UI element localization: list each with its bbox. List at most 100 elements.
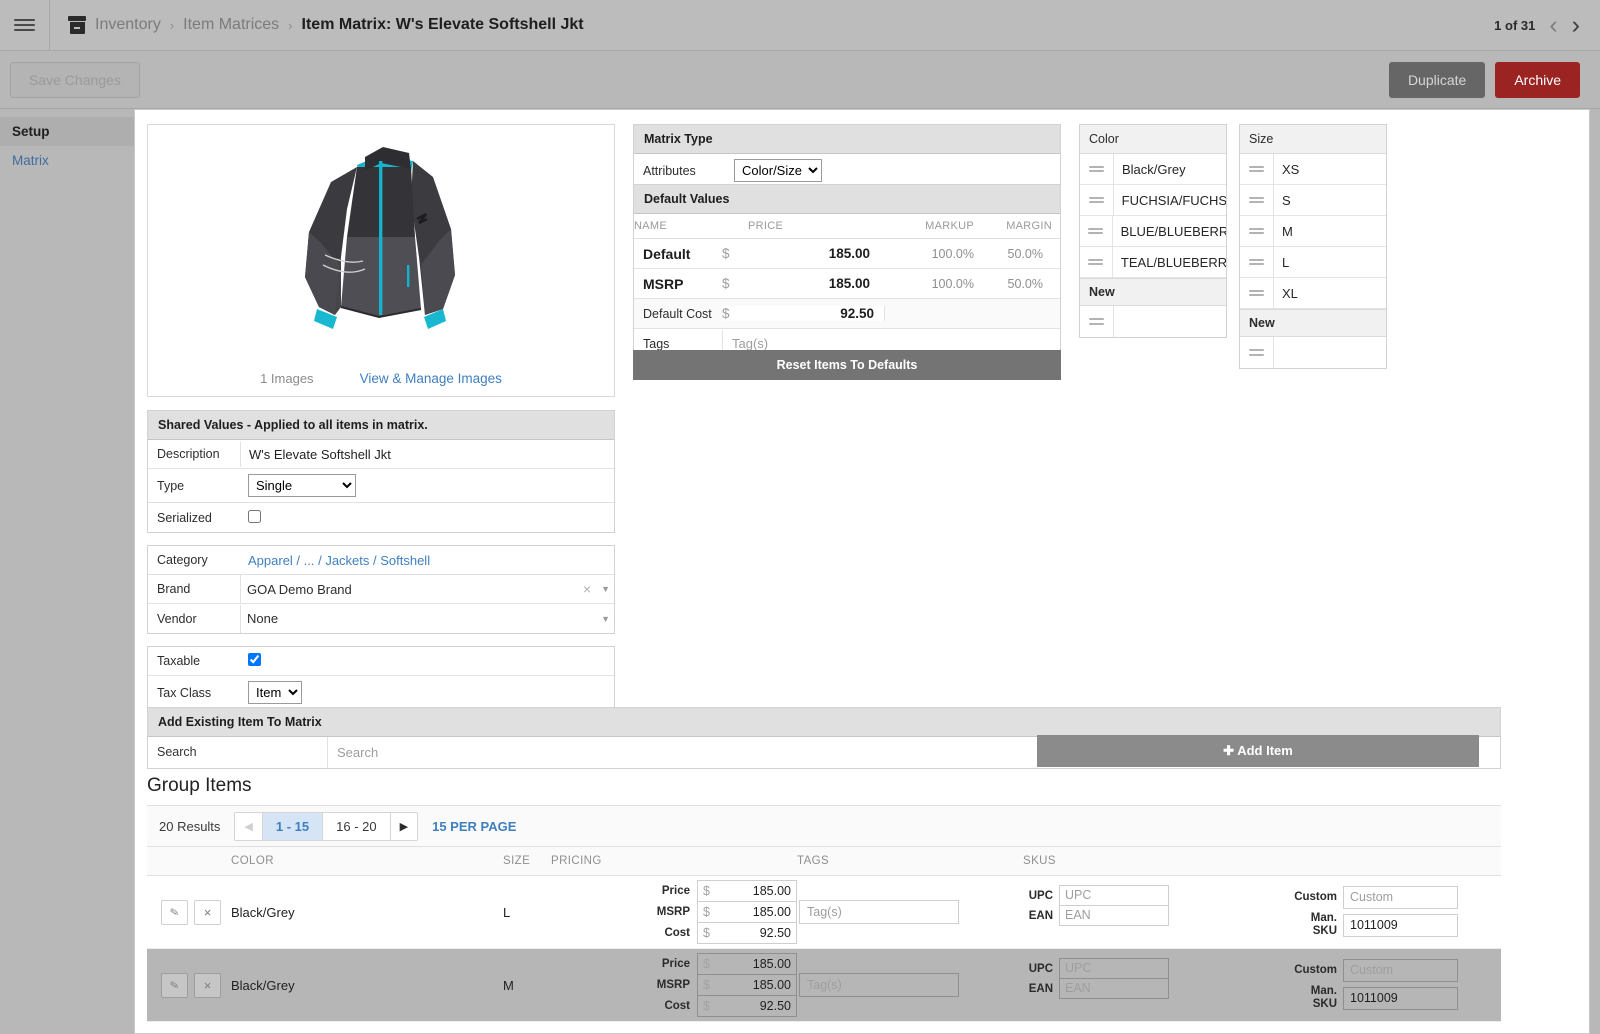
msrp-input[interactable]: $ 185.00 bbox=[697, 900, 797, 923]
vendor-combobox[interactable]: None ▼ bbox=[241, 605, 614, 633]
cost-input[interactable]: $ 92.50 bbox=[697, 994, 797, 1017]
table-row: Default $ 185.00 100.0% 50.0% bbox=[634, 239, 1060, 269]
ean-input[interactable]: EAN bbox=[1059, 904, 1169, 926]
row-pricing: Price $ 185.00 MSRP $ 185.00 Cost $ 92.5… bbox=[551, 879, 797, 944]
list-item[interactable]: BLUE/BLUEBERR' bbox=[1080, 216, 1226, 247]
row-price[interactable]: 185.00 bbox=[748, 246, 878, 261]
ean-label: EAN bbox=[1028, 909, 1053, 922]
attributes-row: Attributes Color/Size bbox=[634, 154, 1060, 187]
cost-input[interactable]: $ 92.50 bbox=[697, 921, 797, 944]
msrp-value: 185.00 bbox=[752, 904, 791, 919]
price-input[interactable]: $ 185.00 bbox=[697, 952, 797, 975]
msrp-label: MSRP bbox=[656, 979, 690, 991]
size-attribute-title: Size bbox=[1240, 125, 1386, 154]
per-page-selector[interactable]: 15 PER PAGE bbox=[432, 819, 516, 834]
table-row[interactable]: ✎ × Black/Grey M Price $ 185.00 MSRP $ 1… bbox=[147, 949, 1501, 1022]
taxable-checkbox[interactable] bbox=[248, 653, 261, 666]
list-item[interactable]: Black/Grey bbox=[1080, 154, 1226, 185]
tags-input[interactable]: Tag(s) bbox=[799, 973, 959, 997]
duplicate-button[interactable]: Duplicate bbox=[1388, 61, 1486, 98]
default-cost-field[interactable]: $ 92.50 bbox=[722, 306, 885, 321]
man-sku-input[interactable]: 1011009 bbox=[1343, 986, 1458, 1010]
upc-input[interactable]: UPC bbox=[1059, 957, 1169, 979]
tax-class-select[interactable]: Item bbox=[248, 681, 302, 704]
page-button-2[interactable]: 16 - 20 bbox=[323, 812, 391, 840]
previous-page-button[interactable]: ◀ bbox=[235, 812, 263, 840]
drag-handle-icon[interactable] bbox=[1240, 216, 1274, 246]
category-link[interactable]: Apparel / ... / Jackets / Softshell bbox=[240, 548, 614, 573]
drag-handle-icon[interactable] bbox=[1240, 185, 1274, 215]
edit-item-button[interactable]: ✎ bbox=[161, 972, 188, 998]
reset-items-to-defaults-button[interactable]: Reset Items To Defaults bbox=[633, 350, 1061, 380]
custom-sku-line: Custom Custom bbox=[1289, 885, 1458, 909]
taxable-label: Taxable bbox=[157, 654, 201, 668]
drag-handle-icon[interactable] bbox=[1080, 306, 1114, 337]
list-item[interactable]: M bbox=[1240, 216, 1386, 247]
row-price[interactable]: 185.00 bbox=[748, 276, 878, 291]
price-input[interactable]: $ 185.00 bbox=[697, 879, 797, 902]
next-page-button[interactable]: ▶ bbox=[390, 812, 418, 840]
table-row[interactable]: ✎ × Black/Grey L Price $ 185.00 MSRP $ 1… bbox=[147, 876, 1501, 949]
drag-handle-icon[interactable] bbox=[1080, 247, 1113, 277]
column-color: COLOR bbox=[231, 855, 274, 867]
description-input[interactable]: W's Elevate Softshell Jkt bbox=[240, 441, 614, 467]
ean-input[interactable]: EAN bbox=[1059, 977, 1169, 999]
drag-handle-icon[interactable] bbox=[1240, 247, 1274, 277]
clear-brand-icon[interactable]: × bbox=[573, 581, 601, 597]
drag-handle-icon[interactable] bbox=[1240, 337, 1274, 368]
next-record-chevron-icon[interactable]: › bbox=[1572, 12, 1580, 38]
edit-item-button[interactable]: ✎ bbox=[161, 899, 188, 925]
brand-label: Brand bbox=[157, 582, 191, 596]
msrp-input[interactable]: $ 185.00 bbox=[697, 973, 797, 996]
drag-handle-icon[interactable] bbox=[1240, 154, 1274, 184]
list-item[interactable]: TEAL/BLUEBERR' bbox=[1080, 247, 1226, 278]
color-new-row[interactable] bbox=[1080, 306, 1226, 337]
hamburger-menu-icon[interactable] bbox=[0, 0, 50, 51]
drag-handle-icon[interactable] bbox=[1080, 216, 1113, 246]
size-value: XS bbox=[1282, 161, 1300, 177]
list-item[interactable]: XS bbox=[1240, 154, 1386, 185]
attributes-select[interactable]: Color/Size bbox=[734, 159, 822, 182]
brand-combobox[interactable]: GOA Demo Brand × ▼ bbox=[241, 575, 614, 603]
default-values-header: NAME PRICE MARKUP MARGIN bbox=[634, 214, 1060, 239]
shared-values-title: Shared Values - Applied to all items in … bbox=[148, 411, 614, 440]
view-manage-images-link[interactable]: View & Manage Images bbox=[360, 371, 502, 386]
remove-item-button[interactable]: × bbox=[194, 972, 221, 998]
sku-custom-group: Custom Custom Man. SKU 1011009 bbox=[1289, 885, 1458, 938]
list-item[interactable]: FUCHSIA/FUCHS bbox=[1080, 185, 1226, 216]
custom-sku-label: Custom bbox=[1294, 963, 1337, 976]
type-select[interactable]: Single bbox=[248, 474, 356, 497]
custom-sku-input[interactable]: Custom bbox=[1343, 885, 1458, 909]
tax-class-row: Tax Class Item bbox=[148, 676, 614, 709]
row-markup: 100.0% bbox=[931, 246, 974, 261]
upc-input[interactable]: UPC bbox=[1059, 884, 1169, 906]
save-changes-button[interactable]: Save Changes bbox=[10, 61, 140, 98]
drag-handle-icon[interactable] bbox=[1240, 278, 1274, 308]
remove-item-button[interactable]: × bbox=[194, 899, 221, 925]
sidebar-item-matrix[interactable]: Matrix bbox=[0, 146, 134, 175]
price-line: Price $ 185.00 bbox=[551, 879, 797, 902]
tax-class-label: Tax Class bbox=[157, 685, 212, 700]
list-item[interactable]: S bbox=[1240, 185, 1386, 216]
drag-handle-icon[interactable] bbox=[1080, 154, 1114, 184]
archive-button[interactable]: Archive bbox=[1495, 61, 1580, 98]
list-item[interactable]: XL bbox=[1240, 278, 1386, 309]
add-item-button[interactable]: ✚ Add Item bbox=[1037, 735, 1479, 767]
page-button-1[interactable]: 1 - 15 bbox=[262, 812, 324, 840]
drag-handle-icon[interactable] bbox=[1080, 185, 1114, 215]
column-skus: SKUS bbox=[1023, 855, 1056, 867]
chevron-down-icon[interactable]: ▼ bbox=[601, 614, 614, 624]
default-cost-label: Default Cost bbox=[643, 306, 712, 321]
list-item[interactable]: L bbox=[1240, 247, 1386, 278]
size-new-row[interactable] bbox=[1240, 337, 1386, 368]
serialized-checkbox[interactable] bbox=[248, 509, 261, 523]
previous-record-chevron-icon[interactable]: ‹ bbox=[1549, 12, 1557, 38]
custom-sku-input[interactable]: Custom bbox=[1343, 958, 1458, 982]
man-sku-input[interactable]: 1011009 bbox=[1343, 913, 1458, 937]
currency-symbol: $ bbox=[703, 998, 710, 1013]
breadcrumb-item-matrices[interactable]: Item Matrices bbox=[183, 16, 279, 34]
chevron-down-icon[interactable]: ▼ bbox=[601, 584, 614, 594]
breadcrumb-inventory[interactable]: Inventory bbox=[95, 16, 161, 34]
column-pricing: PRICING bbox=[551, 855, 602, 867]
tags-input[interactable]: Tag(s) bbox=[799, 900, 959, 924]
